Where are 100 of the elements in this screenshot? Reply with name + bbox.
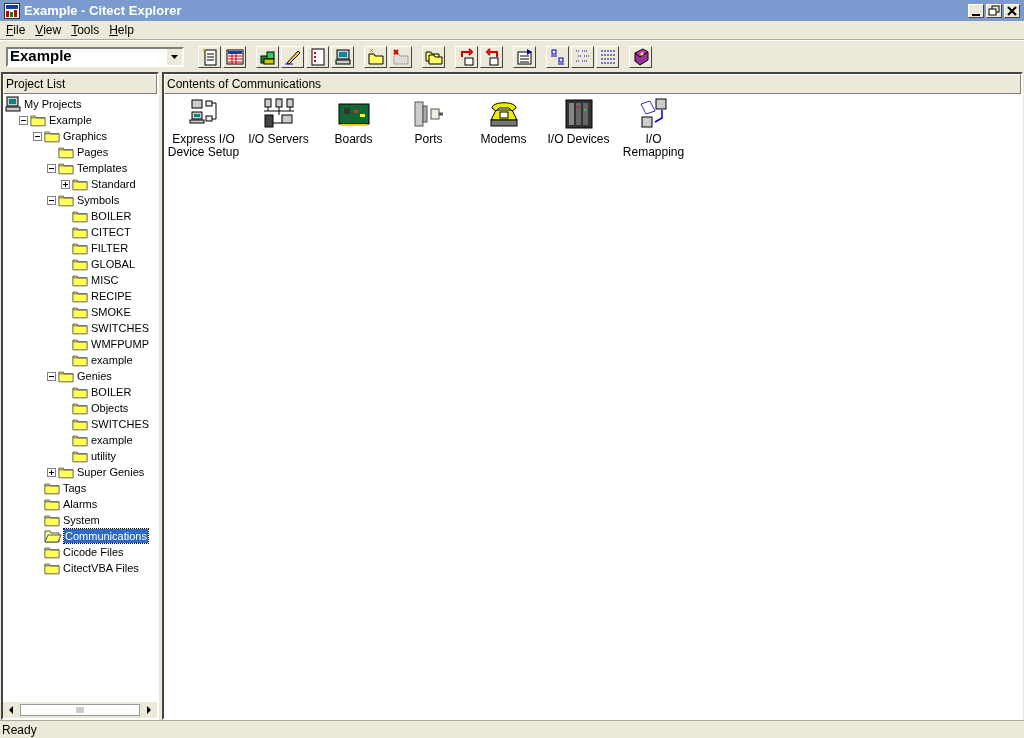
io-remapping-icon[interactable]	[637, 98, 670, 130]
horizontal-scrollbar[interactable]	[3, 702, 157, 718]
stacked-blocks-button[interactable]	[256, 45, 279, 68]
spreadsheet-icon	[224, 46, 245, 67]
computer-icon	[332, 46, 353, 67]
collapse-toggle[interactable]	[33, 131, 42, 141]
pane-header: Project List	[3, 74, 157, 94]
close-icon	[1005, 3, 1019, 18]
item-label[interactable]: Express I/O Device Setup	[167, 133, 240, 159]
document-list-button[interactable]	[306, 45, 329, 68]
folder-icon	[58, 145, 74, 159]
port-connector-icon[interactable]	[412, 98, 445, 130]
new-document-button[interactable]	[198, 45, 221, 68]
minimize-button[interactable]	[968, 3, 984, 18]
status-text: Ready	[2, 721, 37, 738]
tree-item[interactable]: Pages	[76, 145, 110, 159]
io-rack-icon[interactable]	[562, 98, 595, 130]
app-icon	[4, 2, 20, 19]
expand-toggle[interactable]	[47, 467, 56, 477]
redo-button[interactable]	[455, 45, 478, 68]
folder-icon	[58, 193, 74, 207]
collapse-toggle[interactable]	[47, 195, 56, 205]
folder-icon	[44, 513, 60, 527]
tree-item[interactable]: Cicode Files	[62, 545, 125, 559]
tree-item[interactable]: SWITCHES	[90, 417, 151, 431]
tree-item[interactable]: BOILER	[90, 209, 133, 223]
folder-icon	[72, 321, 88, 335]
menu-item[interactable]: File	[6, 21, 26, 39]
expand-toggle[interactable]	[61, 179, 70, 189]
folder-icon	[72, 241, 88, 255]
tree-item[interactable]: GLOBAL	[90, 257, 137, 271]
folder-icon	[72, 209, 88, 223]
tree-item[interactable]: Tags	[62, 481, 88, 495]
tree-item[interactable]: Templates	[76, 161, 129, 175]
item-label[interactable]: I/O Devices	[542, 133, 615, 146]
tree-item[interactable]: Communications	[64, 529, 148, 543]
tree-item[interactable]: Super Genies	[76, 465, 146, 479]
collapse-toggle[interactable]	[47, 163, 56, 173]
properties-icon	[514, 46, 535, 67]
tree-item[interactable]: MISC	[90, 273, 120, 287]
tree-item[interactable]: CitectVBA Files	[62, 561, 140, 575]
tree-item[interactable]: CITECT	[90, 225, 132, 239]
io-servers-icon[interactable]	[262, 98, 295, 130]
tree-item[interactable]: Example	[48, 113, 93, 127]
folder-icon	[44, 545, 60, 559]
close-button[interactable]	[1004, 3, 1020, 18]
folder-icon	[72, 433, 88, 447]
tree-item[interactable]: Objects	[90, 401, 130, 415]
collapse-toggle[interactable]	[47, 371, 56, 381]
folder-icon	[72, 305, 88, 319]
collapse-toggle[interactable]	[19, 115, 28, 125]
menu-item[interactable]: View	[35, 21, 62, 39]
tree-item[interactable]: utility	[90, 449, 118, 463]
menu-item[interactable]: Tools	[71, 21, 100, 39]
item-label[interactable]: I/O Remapping	[617, 133, 690, 159]
tree-item[interactable]: example	[90, 353, 134, 367]
folder-icon	[58, 369, 74, 383]
tree-item[interactable]: Standard	[90, 177, 137, 191]
item-label[interactable]: Boards	[317, 133, 390, 146]
tree-item[interactable]: Alarms	[62, 497, 99, 511]
properties-button[interactable]	[513, 45, 536, 68]
folder-icon	[72, 417, 88, 431]
delete-folder-button[interactable]	[389, 45, 412, 68]
details-view-button[interactable]	[596, 45, 619, 68]
tree-item[interactable]: BOILER	[90, 385, 133, 399]
new-folder-button[interactable]	[364, 45, 387, 68]
tree-item[interactable]: example	[90, 433, 134, 447]
folder-icon	[72, 289, 88, 303]
menu-item[interactable]: Help	[109, 21, 134, 39]
item-label[interactable]: Modems	[467, 133, 540, 146]
folder-icon	[30, 113, 46, 127]
pencil-button[interactable]	[281, 45, 304, 68]
project-combo-box[interactable]: Example	[6, 46, 184, 67]
tree-item[interactable]: System	[62, 513, 101, 527]
tree-item[interactable]: My Projects	[23, 97, 83, 111]
undo-button[interactable]	[480, 45, 503, 68]
spreadsheet-button[interactable]	[223, 45, 246, 68]
open-folder-icon	[44, 529, 62, 543]
tree-item[interactable]: SMOKE	[90, 305, 132, 319]
computer-button[interactable]	[331, 45, 354, 68]
item-label[interactable]: I/O Servers	[242, 133, 315, 146]
item-label[interactable]: Ports	[392, 133, 465, 146]
dropdown-arrow-icon[interactable]	[171, 54, 178, 59]
folders-button[interactable]	[422, 45, 445, 68]
combo-value: Example	[9, 46, 73, 67]
scroll-thumb-grip-icon[interactable]	[76, 707, 84, 713]
tree-item[interactable]: FILTER	[90, 241, 130, 255]
folder-icon	[72, 273, 88, 287]
tree-item[interactable]: RECIPE	[90, 289, 133, 303]
tree-item[interactable]: Graphics	[62, 129, 109, 143]
folder-icon	[58, 465, 74, 479]
large-buttons-view-icon[interactable]	[546, 45, 569, 68]
folder-icon	[44, 481, 60, 495]
folder-icon	[72, 385, 88, 399]
list-view-button[interactable]	[571, 45, 594, 68]
tree-item[interactable]: WMFPUMP	[90, 337, 151, 351]
tree-item[interactable]: SWITCHES	[90, 321, 151, 335]
tree-item[interactable]: Genies	[76, 369, 113, 383]
restore-button[interactable]	[986, 3, 1002, 18]
tree-item[interactable]: Symbols	[76, 193, 121, 207]
